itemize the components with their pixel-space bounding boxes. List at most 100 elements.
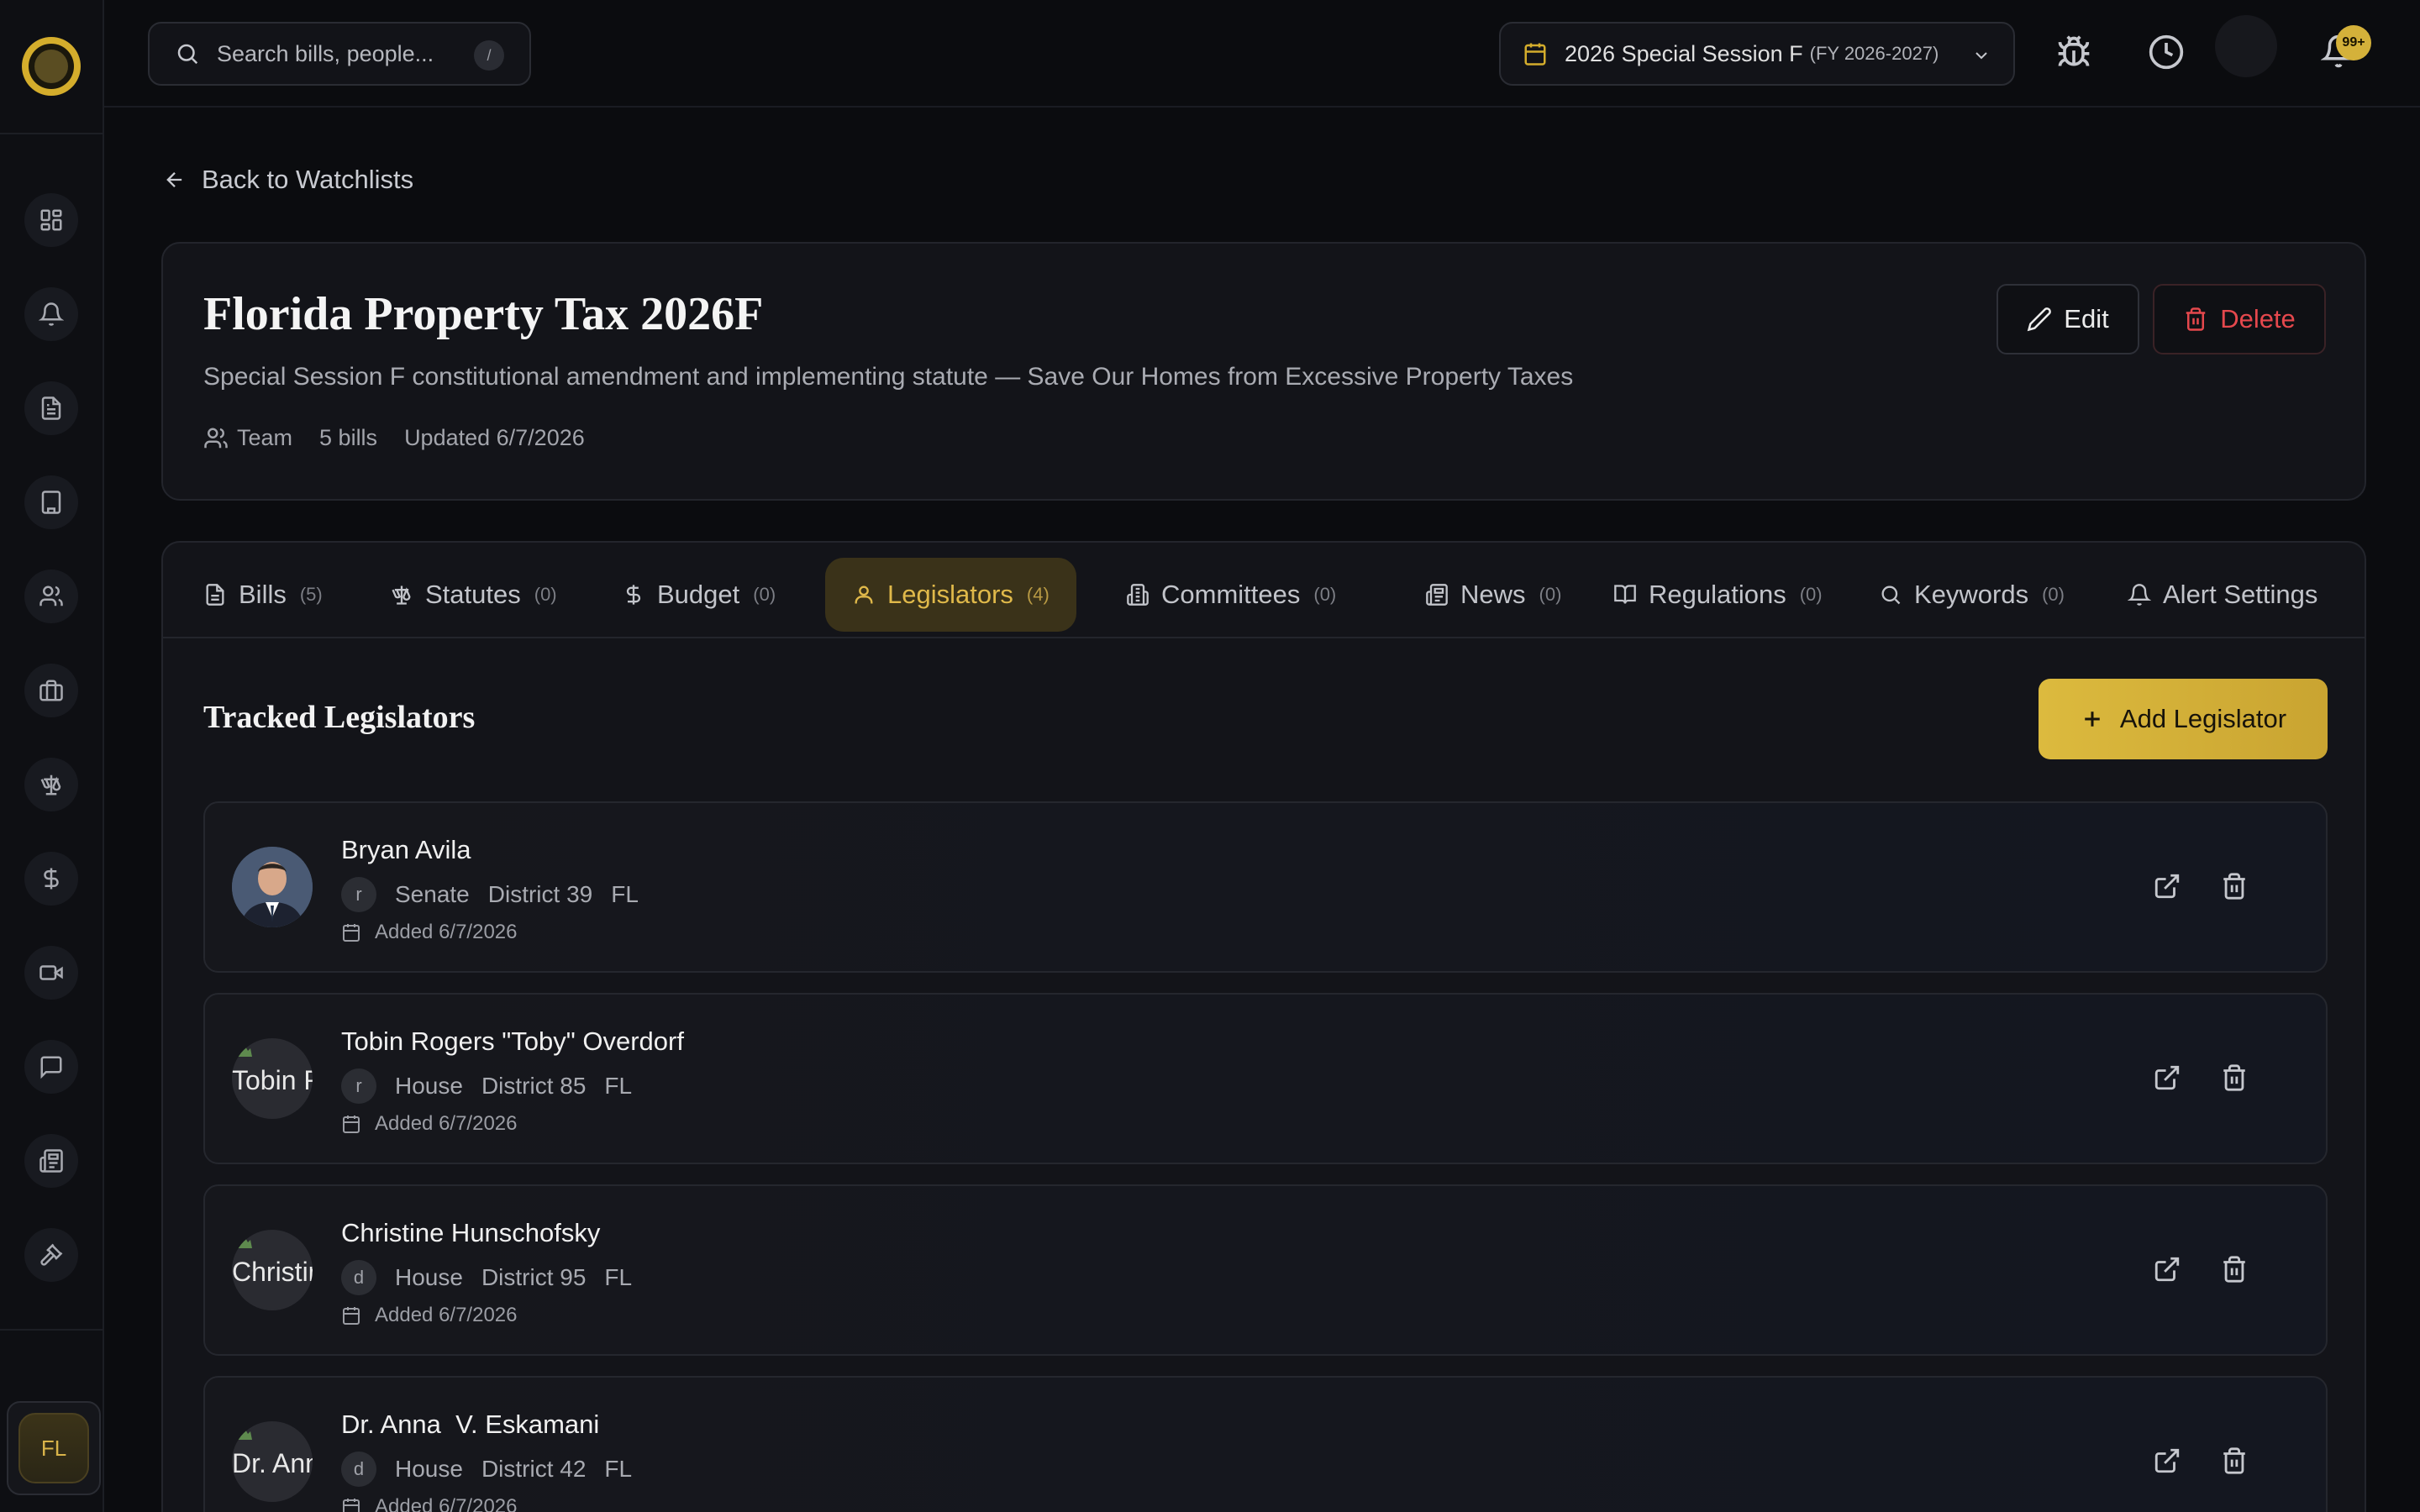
legislator-photo: Tobin R: [232, 1038, 313, 1119]
tab-label: Statutes: [425, 580, 521, 609]
party-badge: d: [341, 1260, 376, 1295]
message-icon: [40, 1056, 62, 1079]
app-logo[interactable]: [0, 0, 103, 134]
watchlist-visibility: Team: [237, 425, 293, 450]
calendar-icon: [343, 1307, 360, 1325]
legislator-name[interactable]: Dr. Anna V. Eskamani: [341, 1410, 599, 1440]
tab-label: Bills: [239, 580, 287, 609]
trash-icon: [2186, 307, 2206, 331]
back-to-watchlists-link[interactable]: Back to Watchlists: [163, 165, 413, 195]
bug-icon[interactable]: [2055, 34, 2092, 71]
session-selector[interactable]: 2026 Special Session F (FY 2026-2027): [1499, 22, 2015, 86]
sidebar-item-messages[interactable]: [24, 1040, 78, 1094]
legislator-row: Dr. Ann Dr. Anna V. Eskamani d House Dis…: [203, 1376, 2328, 1512]
gavel-icon: [40, 1243, 63, 1266]
legislator-name[interactable]: Tobin Rogers "Toby" Overdorf: [341, 1026, 684, 1057]
legislator-details: r Senate District 39 FL: [341, 877, 657, 912]
external-link-icon[interactable]: [2153, 1255, 2181, 1284]
sidebar-item-alerts[interactable]: [24, 287, 78, 341]
portrait-icon: [232, 847, 313, 927]
sidebar-item-hearings[interactable]: [24, 1228, 78, 1282]
legislator-chamber: House: [395, 1073, 463, 1099]
sidebar-item-video[interactable]: [24, 946, 78, 1000]
trash-icon[interactable]: [2220, 1063, 2249, 1092]
external-link-icon[interactable]: [2153, 1063, 2181, 1092]
added-date-text: Added 6/7/2026: [375, 1495, 518, 1512]
legislator-row: Bryan Avila r Senate District 39 FL Adde…: [203, 801, 2328, 973]
party-badge: r: [341, 1068, 376, 1104]
logo-icon: [22, 37, 81, 96]
legislator-name[interactable]: Bryan Avila: [341, 835, 471, 865]
tab-label: Committees: [1161, 580, 1301, 609]
trash-icon[interactable]: [2220, 1255, 2249, 1284]
sidebar-item-news[interactable]: [24, 1134, 78, 1188]
legislator-row: Christin Christine Hunschofsky d House D…: [203, 1184, 2328, 1356]
plus-icon: [2085, 711, 2100, 727]
external-link-icon[interactable]: [2153, 1446, 2181, 1475]
video-icon: [39, 965, 63, 980]
search-input[interactable]: Search bills, people... /: [148, 22, 531, 86]
legislator-added-date: Added 6/7/2026: [341, 921, 518, 944]
delete-button[interactable]: Delete: [2153, 284, 2326, 354]
sidebar-item-statutes[interactable]: [24, 758, 78, 811]
external-link-icon[interactable]: [2153, 872, 2181, 900]
sidebar-item-dashboard[interactable]: [24, 193, 78, 247]
broken-image-icon: [237, 1234, 252, 1248]
tab-count: (0): [753, 584, 776, 605]
arrow-left-icon: [166, 172, 182, 187]
tab-count: (5): [299, 584, 323, 605]
tab-label: Regulations: [1649, 580, 1786, 609]
newspaper-icon: [39, 1149, 63, 1173]
legislator-state: FL: [604, 1264, 633, 1290]
sidebar-item-lobbying[interactable]: [24, 664, 78, 717]
legislator-photo: Dr. Ann: [232, 1421, 313, 1502]
trash-icon[interactable]: [2220, 1446, 2249, 1475]
legislator-details: r House District 85 FL: [341, 1068, 650, 1104]
watchlist-bill-count: 5 bills: [319, 425, 378, 450]
watchlist-updated: Updated 6/7/2026: [404, 425, 585, 450]
tab-keywords[interactable]: Keywords (0): [1852, 558, 2091, 632]
sidebar-item-committees[interactable]: [24, 475, 78, 529]
notifications-button[interactable]: [2215, 15, 2277, 77]
tab-legislators[interactable]: Legislators (4): [825, 558, 1076, 632]
tab-bills[interactable]: Bills (5): [176, 558, 350, 632]
briefcase-icon: [39, 680, 63, 701]
page-title: Florida Property Tax 2026F: [203, 288, 764, 340]
legislator-district: District 85: [481, 1073, 587, 1099]
calendar-icon: [343, 1499, 360, 1512]
added-date-text: Added 6/7/2026: [375, 1112, 518, 1135]
legislator-name[interactable]: Christine Hunschofsky: [341, 1218, 600, 1248]
tab-alert-settings[interactable]: Alert Settings: [2101, 558, 2344, 632]
tab-budget[interactable]: Budget (0): [595, 558, 802, 632]
session-name: 2026 Special Session F: [1565, 40, 1803, 66]
top-bar: Search bills, people... / 2026 Special S…: [104, 0, 2420, 108]
sidebar-item-bills[interactable]: [24, 381, 78, 435]
dashboard-icon: [40, 209, 62, 231]
tab-label: Keywords: [1914, 580, 2029, 609]
users-icon: [204, 428, 228, 448]
trash-icon[interactable]: [2220, 872, 2249, 900]
legislator-state: FL: [604, 1456, 633, 1482]
calendar-icon: [343, 924, 360, 942]
add-legislator-label: Add Legislator: [2119, 704, 2287, 733]
avatar-alt-text: Tobin R: [232, 1065, 313, 1095]
legislator-details: d House District 42 FL: [341, 1452, 650, 1487]
user-menu[interactable]: FL: [7, 1401, 101, 1495]
broken-image-icon: [237, 1425, 252, 1440]
tab-count: (0): [1313, 584, 1337, 605]
book-icon: [1614, 585, 1636, 604]
notification-count-badge: 99+: [2336, 25, 2371, 60]
sidebar-item-budget[interactable]: [24, 852, 78, 906]
edit-button[interactable]: Edit: [1996, 284, 2139, 354]
add-legislator-button[interactable]: Add Legislator: [2039, 679, 2328, 759]
tab-statutes[interactable]: Statutes (0): [363, 558, 584, 632]
clock-icon[interactable]: [2148, 34, 2185, 71]
tab-committees[interactable]: Committees (0): [1099, 558, 1363, 632]
sidebar-item-legislators[interactable]: [24, 570, 78, 623]
tab-news[interactable]: News (0): [1398, 558, 1588, 632]
sidebar-divider: [0, 1329, 103, 1331]
legislator-details: d House District 95 FL: [341, 1260, 650, 1295]
tab-count: (0): [1799, 584, 1823, 605]
tab-regulations[interactable]: Regulations (0): [1586, 558, 1849, 632]
watchlist-tabs: Bills (5) Statutes (0) Budget (0) Legisl…: [163, 543, 2365, 638]
